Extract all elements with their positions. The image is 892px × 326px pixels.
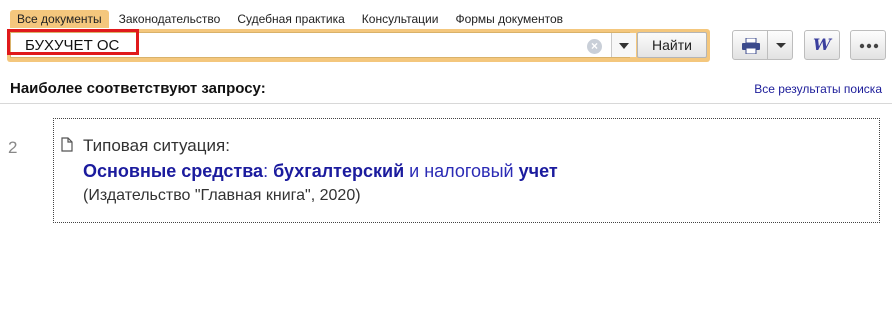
search-input[interactable]: [11, 33, 571, 57]
result-item[interactable]: Типовая ситуация: Основные средства: бух…: [53, 118, 880, 223]
tab-document-forms[interactable]: Формы документов: [448, 10, 570, 28]
title-part: бухгалтерский: [273, 161, 405, 181]
more-icon: [859, 43, 879, 49]
result-number: 2: [8, 138, 18, 157]
word-export-icon: W: [813, 35, 831, 54]
search-box: ×: [10, 32, 636, 58]
result-source: (Издательство "Главная книга", 2020): [83, 187, 361, 204]
document-icon: [61, 137, 73, 152]
tab-legislation[interactable]: Законодательство: [112, 10, 228, 28]
printer-icon: [742, 38, 760, 54]
title-part: и налоговый: [404, 161, 519, 181]
tab-all-documents[interactable]: Все документы: [10, 10, 109, 28]
print-button[interactable]: [732, 30, 768, 60]
all-results-link[interactable]: Все результаты поиска: [754, 82, 882, 96]
result-type: Типовая ситуация:: [83, 136, 230, 155]
tab-bar: Все документы Законодательство Судебная …: [10, 10, 573, 30]
tab-court-practice[interactable]: Судебная практика: [230, 10, 351, 28]
export-word-button[interactable]: W: [804, 30, 840, 60]
search-bar: × Найти: [7, 29, 710, 62]
more-button[interactable]: [850, 30, 886, 60]
divider: [0, 103, 892, 104]
title-part: Основные средства: [83, 161, 264, 181]
result-title-link[interactable]: Основные средства: бухгалтерский и налог…: [83, 161, 558, 182]
print-options-dropdown[interactable]: [767, 30, 793, 60]
search-history-dropdown[interactable]: [611, 33, 636, 57]
results-heading: Наиболее соответствуют запросу:: [10, 80, 266, 97]
tab-consultations[interactable]: Консультации: [355, 10, 446, 28]
title-part: учет: [518, 161, 558, 181]
clear-icon[interactable]: ×: [587, 39, 602, 54]
find-button[interactable]: Найти: [637, 32, 707, 58]
title-part: :: [263, 161, 274, 181]
